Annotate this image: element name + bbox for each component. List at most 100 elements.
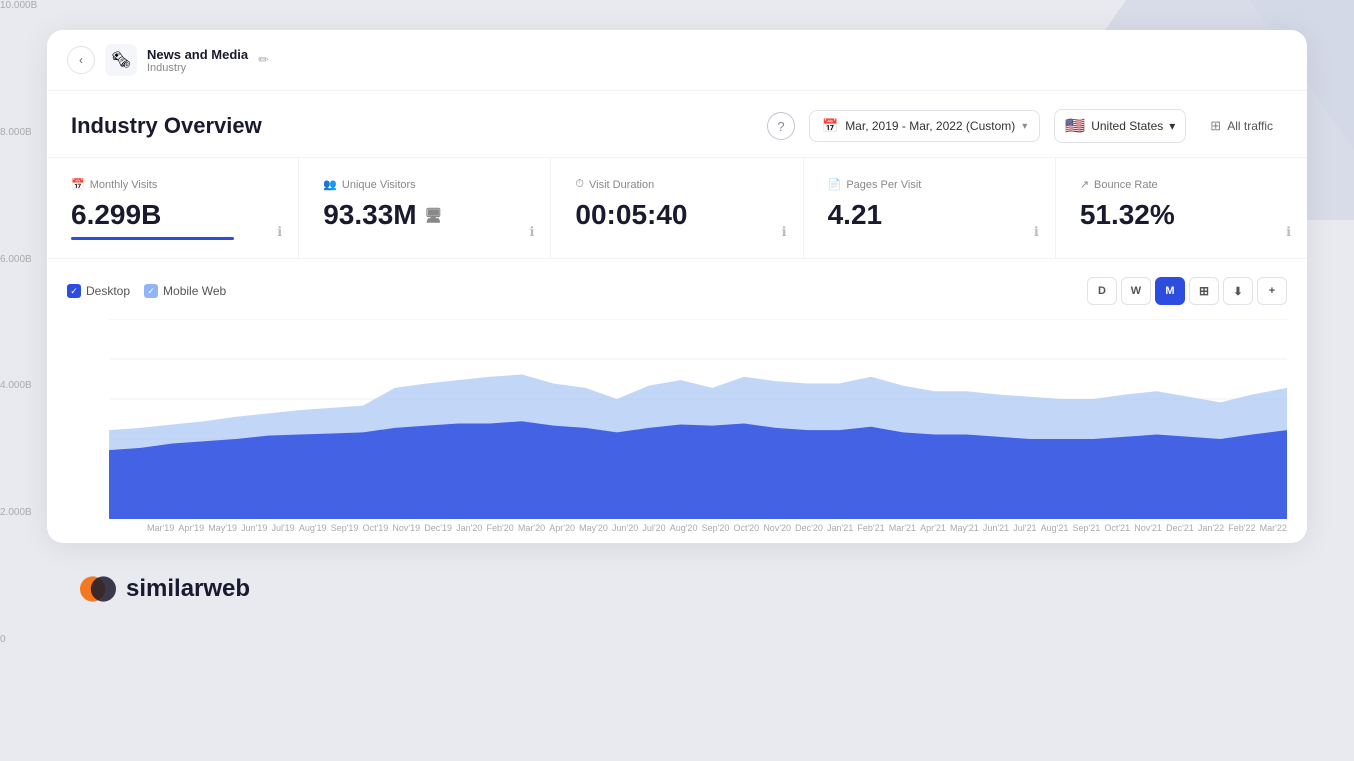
legend-desktop[interactable]: ✓ Desktop: [67, 284, 130, 298]
info-icon-3[interactable]: ℹ: [1034, 224, 1039, 240]
visitors-icon: 👥: [323, 178, 337, 191]
info-icon-2[interactable]: ℹ: [782, 224, 787, 240]
x-label: Sep'21: [1072, 523, 1100, 533]
x-label: Feb'22: [1228, 523, 1255, 533]
country-picker[interactable]: 🇺🇸 United States ▾: [1054, 109, 1186, 143]
x-label: Jun'20: [612, 523, 638, 533]
x-label: Jun'21: [983, 523, 1009, 533]
x-label: May'20: [579, 523, 608, 533]
x-label: Aug'19: [299, 523, 327, 533]
back-icon: ‹: [79, 53, 83, 67]
similarweb-logo: similarweb: [40, 543, 1314, 635]
card-header: ‹ 🗞 News and Media Industry ✏: [47, 30, 1307, 91]
traffic-selector[interactable]: ⊞ All traffic: [1200, 112, 1283, 140]
x-label: Nov'20: [763, 523, 791, 533]
sw-logo-icon: [80, 571, 116, 607]
chart-svg: [109, 319, 1287, 519]
x-label: Jul'19: [271, 523, 294, 533]
country-label: United States: [1091, 119, 1163, 133]
metric-value-bounce-rate: 51.32%: [1080, 199, 1283, 231]
y-axis: 10.000B 8.000B 6.000B 4.000B 2.000B 0: [67, 319, 109, 533]
metric-label-unique-visitors: 👥 Unique Visitors: [323, 178, 526, 191]
x-label: May'19: [208, 523, 237, 533]
help-button[interactable]: ?: [767, 112, 795, 140]
x-label: Apr'21: [920, 523, 946, 533]
chart-btn-week[interactable]: W: [1121, 277, 1151, 305]
metric-underline: [71, 237, 234, 240]
chevron-down-icon-2: ▾: [1169, 119, 1175, 133]
chart-container: 10.000B 8.000B 6.000B 4.000B 2.000B 0: [67, 319, 1287, 533]
breadcrumb-title: News and Media: [147, 47, 248, 62]
metric-value-visit-duration: 00:05:40: [575, 199, 778, 231]
metric-visit-duration: ⏱ Visit Duration 00:05:40 ℹ: [551, 158, 803, 258]
metrics-row: 📅 Monthly Visits 6.299B ℹ 👥 Unique Visit…: [47, 158, 1307, 259]
chart-btn-day[interactable]: D: [1087, 277, 1117, 305]
legend-check-mobile: ✓: [144, 284, 158, 298]
x-label: Jul'20: [642, 523, 665, 533]
legend-mobile[interactable]: ✓ Mobile Web: [144, 284, 226, 298]
x-labels: Mar'19 Apr'19 May'19 Jun'19 Jul'19 Aug'1…: [109, 519, 1287, 533]
x-label: Jul'21: [1013, 523, 1036, 533]
traffic-label: All traffic: [1227, 119, 1273, 133]
x-label: Oct'21: [1104, 523, 1130, 533]
question-mark: ?: [777, 119, 784, 134]
x-label: Mar'21: [889, 523, 916, 533]
chart-btn-download[interactable]: ⬇: [1223, 277, 1253, 305]
metric-label-bounce-rate: ↗ Bounce Rate: [1080, 178, 1283, 191]
x-label: Oct'19: [363, 523, 389, 533]
info-icon-0[interactable]: ℹ: [277, 224, 282, 240]
plus-icon: +: [1269, 285, 1275, 297]
info-icon-1[interactable]: ℹ: [529, 224, 534, 240]
metric-value-pages-per-visit: 4.21: [828, 199, 1031, 231]
pages-icon: 📄: [828, 178, 842, 191]
x-label: Mar'19: [147, 523, 174, 533]
x-label: Dec'20: [795, 523, 823, 533]
x-label: Sep'19: [331, 523, 359, 533]
chart-btn-month[interactable]: M: [1155, 277, 1185, 305]
x-label: Jan'22: [1198, 523, 1224, 533]
excel-icon: ⊞: [1199, 284, 1209, 298]
back-button[interactable]: ‹: [67, 46, 95, 74]
x-label: Apr'20: [549, 523, 575, 533]
x-label: Aug'21: [1041, 523, 1069, 533]
x-label: Jan'21: [827, 523, 853, 533]
metric-label-visit-duration: ⏱ Visit Duration: [575, 178, 778, 191]
x-label: Oct'20: [733, 523, 759, 533]
chart-legend: ✓ Desktop ✓ Mobile Web: [67, 284, 226, 298]
chart-time-buttons: D W M ⊞ ⬇ +: [1087, 277, 1287, 305]
chart-area-wrapper: Mar'19 Apr'19 May'19 Jun'19 Jul'19 Aug'1…: [109, 319, 1287, 533]
metric-pages-per-visit: 📄 Pages Per Visit 4.21 ℹ: [804, 158, 1056, 258]
metric-monthly-visits: 📅 Monthly Visits 6.299B ℹ: [47, 158, 299, 258]
clock-icon: ⏱: [575, 178, 584, 191]
chart-section: ✓ Desktop ✓ Mobile Web D W M ⊞: [47, 259, 1307, 543]
x-label: Jun'19: [241, 523, 267, 533]
breadcrumb-text: News and Media Industry: [147, 47, 248, 74]
metric-label-pages-per-visit: 📄 Pages Per Visit: [828, 178, 1031, 191]
download-icon: ⬇: [1233, 285, 1242, 298]
brand-name: similarweb: [126, 575, 250, 603]
legend-check-desktop: ✓: [67, 284, 81, 298]
calendar-icon-small: 📅: [71, 178, 85, 191]
metric-value-monthly-visits: 6.299B: [71, 199, 274, 231]
traffic-icon: ⊞: [1210, 118, 1221, 134]
chart-btn-excel[interactable]: ⊞: [1189, 277, 1219, 305]
x-label: Sep'20: [702, 523, 730, 533]
x-label: Feb'21: [857, 523, 884, 533]
chart-controls: ✓ Desktop ✓ Mobile Web D W M ⊞: [67, 277, 1287, 305]
flag-icon: 🇺🇸: [1065, 116, 1085, 136]
desktop-icon: 🖥: [425, 207, 443, 224]
x-label: Mar'20: [518, 523, 545, 533]
bounce-icon: ↗: [1080, 178, 1089, 191]
date-range-label: Mar, 2019 - Mar, 2022 (Custom): [845, 119, 1015, 133]
x-label: Nov'19: [392, 523, 420, 533]
breadcrumb-sub: Industry: [147, 62, 248, 74]
x-label: Mar'22: [1260, 523, 1287, 533]
page-title: Industry Overview: [71, 113, 753, 139]
chart-btn-add[interactable]: +: [1257, 277, 1287, 305]
chart-area: [109, 319, 1287, 519]
x-label: Apr'19: [178, 523, 204, 533]
edit-icon[interactable]: ✏: [258, 52, 269, 68]
info-icon-4[interactable]: ℹ: [1286, 224, 1291, 240]
x-label: Aug'20: [670, 523, 698, 533]
date-range-picker[interactable]: 📅 Mar, 2019 - Mar, 2022 (Custom) ▾: [809, 110, 1040, 142]
